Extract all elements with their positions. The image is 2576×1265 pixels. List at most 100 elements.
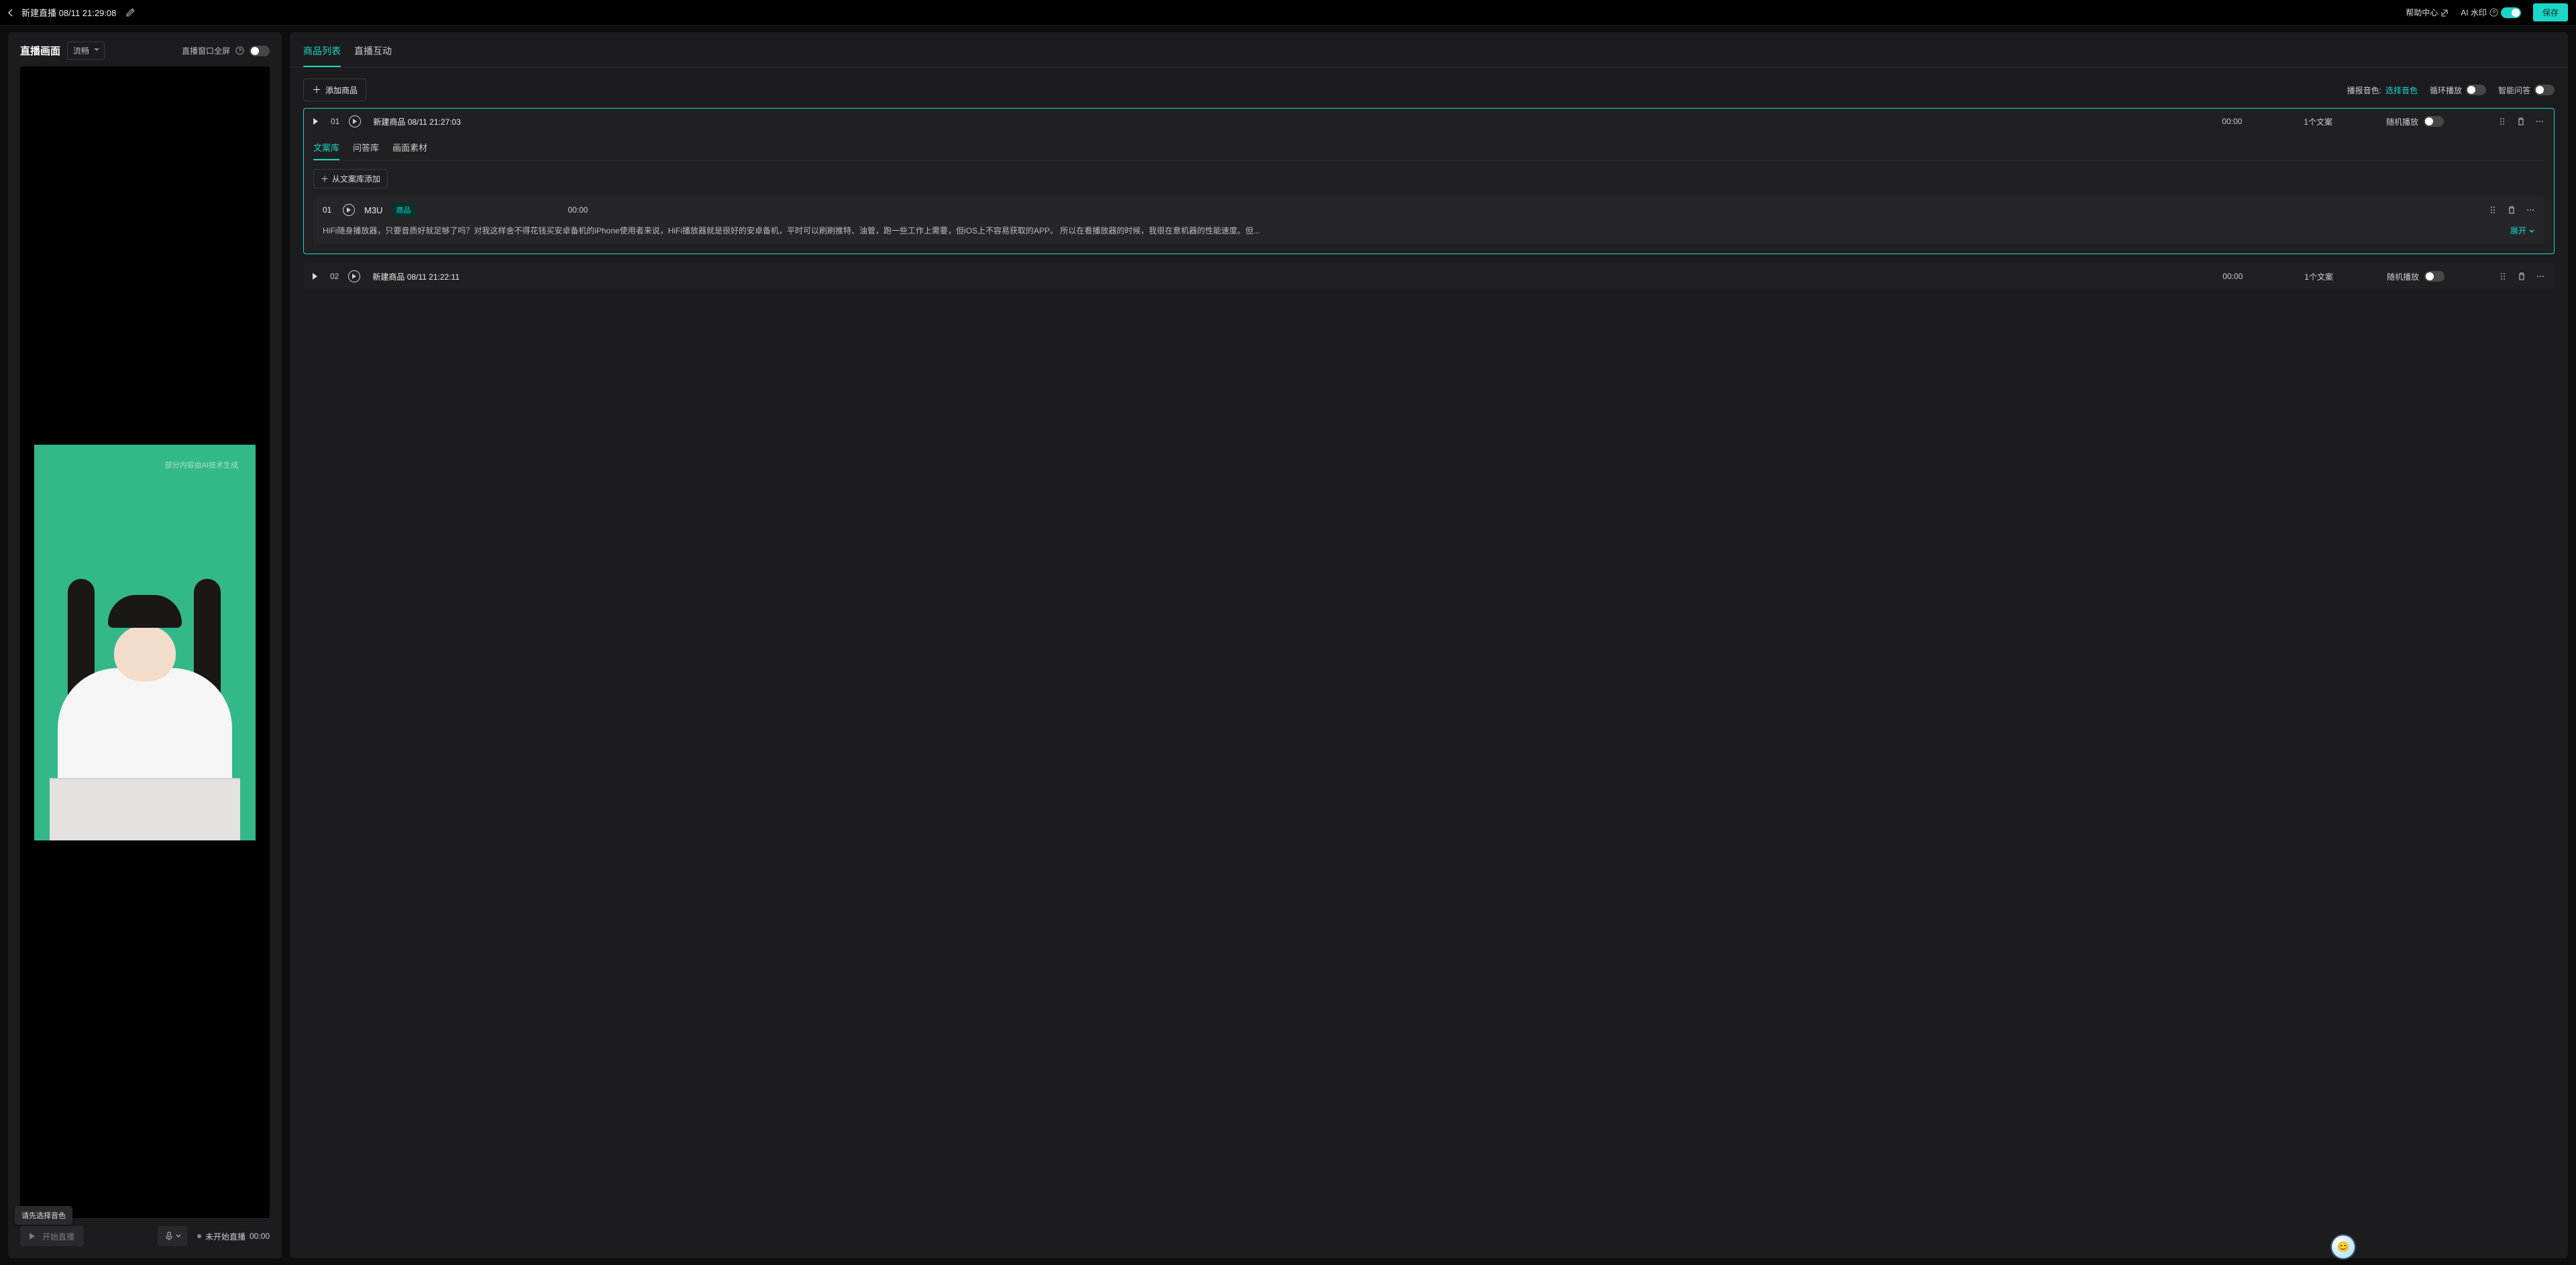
left-panel-footer: 开始直播 未开始直播 00:00 [20, 1226, 270, 1246]
left-panel: 直播画面 流畅 直播窗口全屏 部分内容由AI技术生成 [8, 32, 282, 1258]
loop-segment: 循环播放 [2430, 85, 2486, 96]
help-center-label: 帮助中心 [2406, 7, 2438, 18]
smart-qa-toggle[interactable] [2534, 85, 2555, 95]
tab-live-interaction[interactable]: 直播互动 [354, 40, 392, 67]
expand-script-link[interactable]: 展开 [2510, 225, 2535, 237]
header-left: 新建直播 08/11 21:29:08 [7, 6, 135, 19]
product-index: 01 [331, 117, 339, 126]
quality-select[interactable]: 流畅 [67, 42, 105, 60]
script-preview-text: HiFi随身播放器，只要音质好就足够了吗？对我这样舍不得花钱买安卓备机的iPho… [323, 225, 2506, 237]
play-product-button[interactable] [349, 115, 361, 127]
live-preview[interactable]: 部分内容由AI技术生成 [34, 445, 256, 840]
assistant-bubble[interactable]: 😊 [2332, 1235, 2355, 1258]
sub-tab-media[interactable]: 画面素材 [392, 135, 427, 160]
expand-toggle-icon[interactable] [313, 273, 321, 280]
drag-handle-icon[interactable] [2498, 117, 2507, 126]
sub-tab-qa[interactable]: 问答库 [353, 135, 379, 160]
page-title: 新建直播 08/11 21:29:08 [21, 6, 116, 19]
drag-handle-icon[interactable] [2488, 205, 2498, 215]
mic-button[interactable] [158, 1226, 187, 1246]
loop-play-label: 循环播放 [2430, 85, 2462, 96]
script-row: 01 M3U 商品 00:00 HiFi [313, 197, 2544, 244]
back-chevron-icon[interactable] [7, 9, 15, 17]
import-script-button[interactable]: ＋ 从文案库添加 [313, 169, 388, 188]
status-text: 未开始直播 [205, 1231, 246, 1242]
script-row-header: 01 M3U 商品 00:00 [323, 203, 2535, 217]
sub-tab-scripts[interactable]: 文案库 [313, 135, 339, 160]
play-product-button[interactable] [348, 270, 360, 282]
product-card: 01 新建商品 08/11 21:27:03 00:00 1个文案 随机播放 [303, 108, 2555, 254]
ai-watermark-label: AI 水印 [2461, 7, 2487, 18]
right-panel: 商品列表 直播互动 ＋ 添加商品 播报音色: 选择音色 循环播放 智能问答 [290, 32, 2568, 1258]
live-status: 未开始直播 00:00 [197, 1231, 270, 1242]
delete-product-icon[interactable] [2516, 117, 2526, 126]
tab-product-list[interactable]: 商品列表 [303, 40, 341, 67]
expand-toggle-icon[interactable] [313, 118, 321, 125]
product-name: 新建商品 08/11 21:22:11 [372, 271, 460, 282]
save-button[interactable]: 保存 [2533, 3, 2568, 21]
product-card: 02 新建商品 08/11 21:22:11 00:00 1个文案 随机播放 [303, 264, 2555, 289]
smart-qa-label: 智能问答 [2498, 85, 2530, 96]
product-sub-tabs: 文案库 问答库 画面素材 [313, 135, 2544, 161]
product-script-count: 1个文案 [2304, 271, 2333, 282]
more-actions-icon[interactable] [2535, 117, 2544, 126]
main-tabs: 商品列表 直播互动 [290, 32, 2568, 68]
status-dot-icon [197, 1234, 201, 1238]
add-product-label: 添加商品 [325, 85, 358, 96]
product-card-header[interactable]: 01 新建商品 08/11 21:27:03 00:00 1个文案 随机播放 [304, 109, 2554, 134]
play-triangle-icon [30, 1233, 38, 1240]
product-index: 02 [330, 272, 339, 281]
voice-segment: 播报音色: 选择音色 [2347, 85, 2418, 96]
script-index: 01 [323, 205, 333, 215]
drag-handle-icon[interactable] [2498, 272, 2508, 281]
ai-watermark-toggle[interactable] [2501, 7, 2521, 18]
help-question-icon[interactable] [2489, 8, 2498, 17]
chevron-down-icon [176, 1233, 181, 1239]
voice-required-tooltip: 请先选择音色 [15, 1206, 72, 1225]
help-center-link[interactable]: 帮助中心 [2406, 7, 2449, 18]
main-area: 直播画面 流畅 直播窗口全屏 部分内容由AI技术生成 [0, 25, 2576, 1265]
microphone-icon [164, 1231, 174, 1241]
edit-title-icon[interactable] [125, 8, 135, 17]
product-card-header[interactable]: 02 新建商品 08/11 21:22:11 00:00 1个文案 随机播放 [303, 264, 2555, 289]
import-script-label: 从文案库添加 [332, 173, 380, 184]
random-play-toggle[interactable] [2424, 271, 2445, 282]
external-link-icon [2440, 9, 2449, 17]
fullscreen-help-icon[interactable] [235, 46, 244, 55]
script-tag: 商品 [392, 203, 415, 217]
delete-product-icon[interactable] [2517, 272, 2526, 281]
ai-generated-note: 部分内容由AI技术生成 [165, 459, 238, 470]
preview-container: 部分内容由AI技术生成 [20, 66, 270, 1218]
play-script-button[interactable] [343, 204, 355, 216]
more-actions-icon[interactable] [2536, 272, 2545, 281]
loop-play-toggle[interactable] [2466, 85, 2486, 95]
product-card-body: 文案库 问答库 画面素材 ＋ 从文案库添加 01 M3U 商品 00:00 [304, 134, 2554, 254]
expand-label: 展开 [2510, 225, 2526, 237]
random-play-label: 随机播放 [2387, 271, 2419, 282]
plus-icon: ＋ [312, 83, 321, 97]
top-header: 新建直播 08/11 21:29:08 帮助中心 AI 水印 保存 [0, 0, 2576, 25]
script-title: M3U [364, 205, 382, 215]
smartqa-segment: 智能问答 [2498, 85, 2555, 96]
product-duration: 00:00 [2222, 117, 2242, 126]
product-duration: 00:00 [2222, 272, 2243, 281]
plus-icon: ＋ [321, 173, 329, 184]
broadcast-voice-label: 播报音色: [2347, 85, 2381, 96]
start-live-label: 开始直播 [42, 1231, 74, 1242]
product-name: 新建商品 08/11 21:27:03 [373, 116, 461, 127]
chevron-down-icon [2528, 228, 2535, 235]
script-duration: 00:00 [568, 205, 588, 215]
fullscreen-label: 直播窗口全屏 [182, 45, 230, 56]
preview-title: 直播画面 [20, 44, 60, 58]
virtual-avatar [50, 579, 240, 840]
more-actions-icon[interactable] [2526, 205, 2535, 215]
header-right: 帮助中心 AI 水印 保存 [2406, 3, 2568, 21]
start-live-button[interactable]: 开始直播 [20, 1226, 84, 1246]
ai-watermark-group: AI 水印 [2461, 7, 2521, 18]
random-play-toggle[interactable] [2424, 116, 2444, 127]
product-script-count: 1个文案 [2304, 116, 2332, 127]
add-product-button[interactable]: ＋ 添加商品 [303, 78, 366, 101]
fullscreen-toggle[interactable] [250, 46, 270, 56]
delete-script-icon[interactable] [2507, 205, 2516, 215]
select-voice-link[interactable]: 选择音色 [2385, 85, 2418, 96]
